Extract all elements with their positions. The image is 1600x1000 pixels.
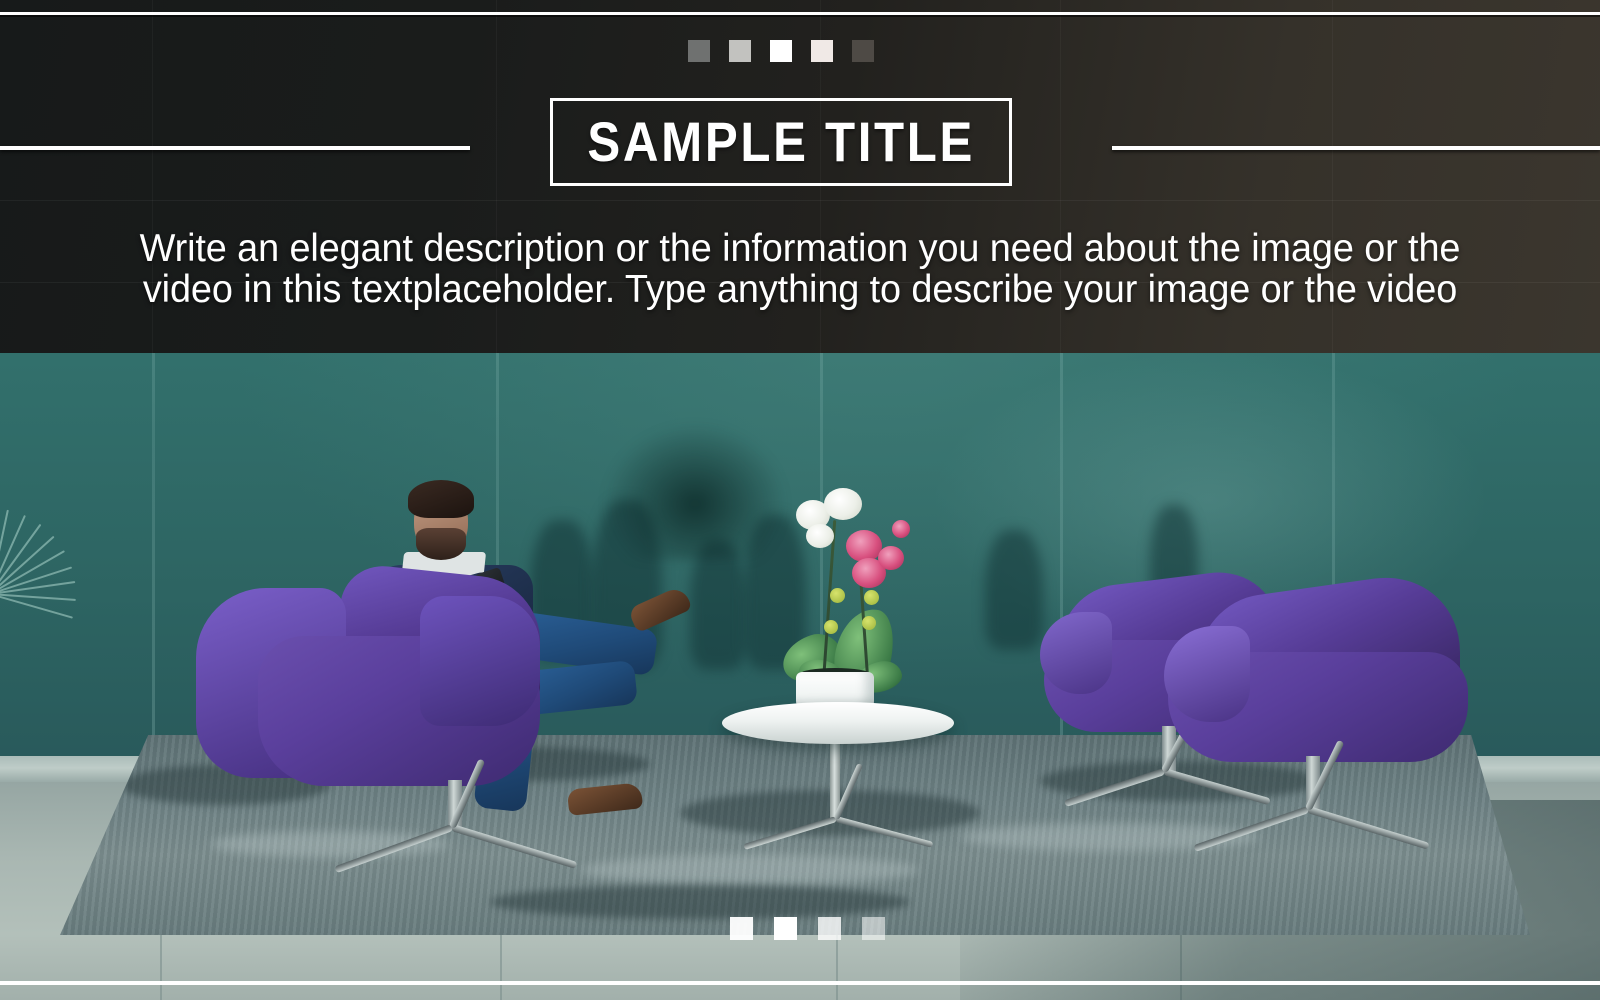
orchid-bloom-white xyxy=(824,488,862,520)
bottom-marker-4 xyxy=(862,917,885,940)
orchid-bloom-white xyxy=(806,524,834,548)
title-rule-right xyxy=(1112,146,1600,150)
top-divider-rule xyxy=(0,12,1600,15)
page-title: SAMPLE TITLE xyxy=(587,110,975,173)
coffee-table xyxy=(722,702,954,744)
top-marker-4 xyxy=(811,40,833,62)
title-box: SAMPLE TITLE xyxy=(550,98,1012,186)
orchid-bloom-pink xyxy=(878,546,904,570)
orchid-bloom-pink xyxy=(846,530,882,562)
top-marker-5 xyxy=(852,40,874,62)
left-plant-silhouette xyxy=(0,455,110,619)
glass-reflection xyxy=(985,530,1043,650)
bottom-marker-1 xyxy=(730,917,753,940)
top-marker-2 xyxy=(729,40,751,62)
orchid-bud xyxy=(824,620,838,634)
orchid-bud xyxy=(864,590,879,605)
bottom-marker-2 xyxy=(774,917,797,940)
presentation-slide: SAMPLE TITLE Write an elegant descriptio… xyxy=(0,0,1600,1000)
bottom-divider-rule xyxy=(0,981,1600,985)
top-marker-3 xyxy=(770,40,792,62)
bottom-square-markers xyxy=(730,917,885,940)
orchid-bud xyxy=(862,616,876,630)
bottom-marker-3 xyxy=(818,917,841,940)
description-text: Write an elegant description or the info… xyxy=(139,227,1461,312)
top-marker-1 xyxy=(688,40,710,62)
orchid-bloom-pink xyxy=(892,520,910,538)
orchid-bud xyxy=(830,588,845,603)
top-square-markers xyxy=(688,40,874,62)
title-rule-left xyxy=(0,146,470,150)
